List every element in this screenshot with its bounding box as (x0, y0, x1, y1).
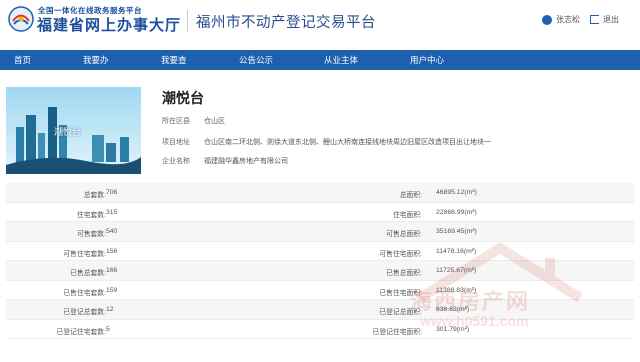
stat-value: 11725.67(m²) (436, 267, 477, 274)
watermark-text: 海西房产网 (410, 289, 531, 314)
table-row: 已登记总套数: 12 已登记总面积: 638.63(m²) (6, 300, 634, 320)
table-row: 总套数: 706 总面积: 46895.12(m²) (6, 183, 634, 203)
header: 全国一体化在线政务服务平台 福建省网上办事大厅 福州市不动产登记交易平台 张志松… (0, 0, 640, 42)
stat-label: 可售住宅套数: (63, 250, 106, 258)
table-row: 已售总套数: 166 已售总面积: 11725.67(m²) (6, 261, 634, 281)
info-address: 项目地址 仓山区南二环北侧、则徐大道东北侧、鲤山大桥南连接线地块周边旧屋区改造项目… (162, 137, 491, 147)
government-logo-icon (8, 6, 34, 32)
stats-table: 总套数: 706 总面积: 46895.12(m²) 住宅套数: 315 住宅面… (6, 183, 634, 339)
stat-label: 住宅面积: (392, 211, 422, 219)
user-menu[interactable]: 张志松 (542, 14, 580, 25)
nav-item-home[interactable]: 首页 (14, 50, 31, 70)
stat-value: 11478.16(m²) (436, 247, 477, 255)
nav-item-query[interactable]: 我要查 (161, 50, 187, 70)
user-name: 张志松 (556, 15, 580, 24)
site-title: 福州市不动产登记交易平台 (196, 15, 376, 31)
watermark-url: www.h0591.com (420, 313, 529, 329)
stat-label: 已售住宅套数: (63, 289, 106, 297)
stat-label: 已登记住宅面积: (372, 328, 422, 336)
thumbnail-caption: 潮悦台 (54, 127, 82, 137)
stat-label: 可售套数: (76, 231, 106, 238)
stat-label: 已售总面积: (386, 270, 422, 277)
company-label: 企业名称 (162, 158, 190, 165)
stat-value: 315 (106, 208, 118, 216)
stat-label: 可售总面积: (386, 231, 422, 238)
main-nav: 首页 我要办 我要查 公告公示 从业主体 用户中心 (0, 50, 640, 70)
stat-label: 已售总套数: (70, 270, 106, 277)
info-company: 企业名称 福建融华鑫房地产有限公司 (162, 156, 288, 166)
platform-title: 福建省网上办事大厅 (37, 16, 182, 34)
user-icon (542, 14, 552, 25)
stat-value: 156 (106, 247, 118, 255)
stat-label: 可售住宅面积: (379, 250, 422, 258)
stat-label: 已登记总套数: (63, 309, 106, 316)
stat-value: 35169.45(m²) (436, 228, 477, 235)
table-row: 可售住宅套数: 156 可售住宅面积: 11478.16(m²) (6, 242, 634, 261)
stat-label: 总套数: (83, 192, 106, 199)
logout-icon (590, 15, 599, 24)
project-name: 潮悦台 (162, 90, 204, 106)
stat-value: 540 (106, 228, 118, 235)
district-label: 所在区县 (162, 118, 190, 125)
logout-label: 退出 (603, 15, 619, 24)
district-value: 仓山区 (204, 118, 225, 125)
nav-item-announcements[interactable]: 公告公示 (239, 50, 273, 70)
stat-label: 已登记住宅套数: (56, 328, 106, 336)
company-value: 福建融华鑫房地产有限公司 (204, 158, 288, 165)
address-label: 项目地址 (162, 139, 190, 146)
project-thumbnail: 潮悦台 (6, 87, 141, 174)
nav-item-practitioners[interactable]: 从业主体 (324, 50, 358, 70)
stat-label: 总面积: (399, 192, 422, 199)
stat-value: 46895.12(m²) (436, 189, 477, 196)
info-district: 所在区县 仓山区 (162, 116, 225, 126)
stat-value: 12 (106, 306, 114, 313)
table-row: 住宅套数: 315 住宅面积: 22866.99(m²) (6, 203, 634, 222)
header-divider (187, 10, 188, 32)
address-value: 仓山区南二环北侧、则徐大道东北侧、鲤山大桥南连接线地块周边旧屋区改造项目出让地块… (204, 139, 491, 146)
nav-item-apply[interactable]: 我要办 (83, 50, 109, 70)
stat-value: 22866.99(m²) (436, 208, 477, 216)
table-row: 已登记住宅套数: 5 已登记住宅面积: 301.79(m²) (6, 320, 634, 339)
logout-button[interactable]: 退出 (590, 14, 619, 25)
table-row: 可售套数: 540 可售总面积: 35169.45(m²) (6, 222, 634, 242)
stat-value: 706 (106, 189, 118, 196)
stat-label: 住宅套数: (76, 211, 106, 219)
stat-value: 5 (106, 325, 110, 333)
nav-item-user-center[interactable]: 用户中心 (410, 50, 444, 70)
stat-value: 166 (106, 267, 118, 274)
stat-value: 159 (106, 286, 118, 294)
table-row: 已售住宅套数: 159 已售住宅面积: 11388.83(m²) (6, 281, 634, 300)
